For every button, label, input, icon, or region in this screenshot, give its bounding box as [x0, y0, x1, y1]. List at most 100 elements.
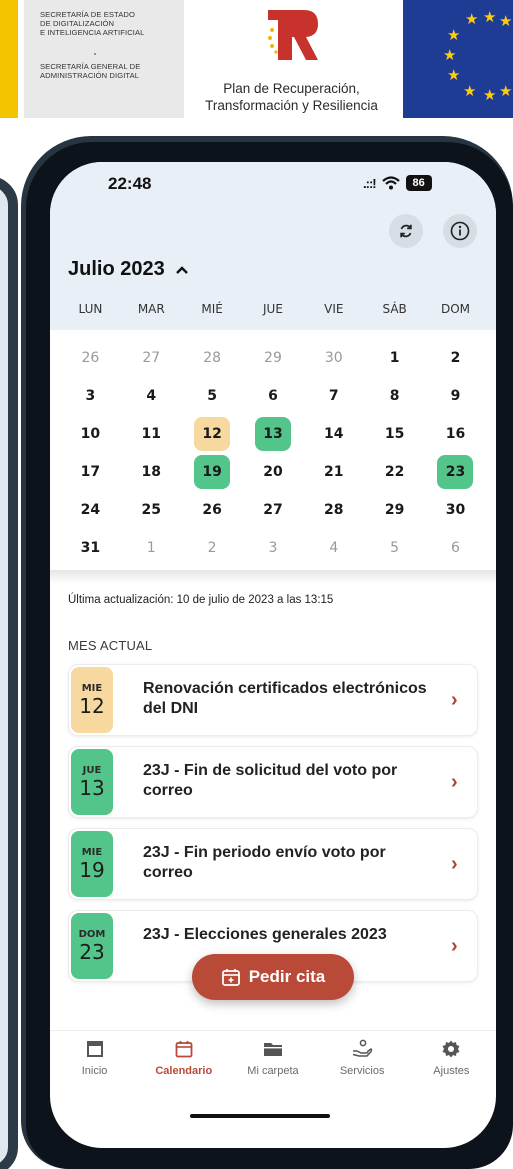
tab-mi-carpeta[interactable]: Mi carpeta	[228, 1031, 317, 1090]
event-card[interactable]: MIE 12 Renovación certificados electróni…	[68, 664, 478, 736]
calendar-day[interactable]: 20	[243, 454, 304, 490]
calendar-day[interactable]: 25	[121, 492, 182, 528]
calendar-day-number: 30	[324, 350, 343, 366]
chevron-right-icon: ›	[451, 771, 458, 793]
calendar-day[interactable]: 4	[303, 530, 364, 566]
calendar-day[interactable]: 3	[60, 378, 121, 414]
tab-label: Ajustes	[433, 1065, 470, 1077]
recovery-plan-logo	[268, 10, 318, 60]
calendar-day[interactable]: 9	[425, 378, 486, 414]
calendar-day[interactable]: 8	[364, 378, 425, 414]
calendar-day[interactable]: 10	[60, 416, 121, 452]
calendar-day-number: 5	[207, 388, 217, 404]
calendar-day[interactable]: 21	[303, 454, 364, 490]
status-icons: .::! 86	[363, 175, 432, 191]
chevron-right-icon: ›	[451, 935, 458, 957]
calendar-day[interactable]: 15	[364, 416, 425, 452]
calendar-day[interactable]: 6	[425, 530, 486, 566]
calendar-day-number: 8	[389, 388, 400, 404]
calendar-day-number: 22	[384, 464, 405, 480]
calendar-day[interactable]: 23	[425, 454, 486, 490]
calendar-day[interactable]: 2	[182, 530, 243, 566]
event-day: 23	[79, 939, 105, 964]
calendar-day[interactable]: 22	[364, 454, 425, 490]
calendar-day-number: 3	[268, 540, 278, 556]
bottom-tab-bar: Inicio Calendario Mi carpeta Servicios A…	[50, 1030, 496, 1090]
calendar-day[interactable]: 7	[303, 378, 364, 414]
tab-ajustes[interactable]: Ajustes	[407, 1031, 496, 1090]
calendar-day[interactable]: 30	[303, 340, 364, 376]
calendar-week-row: 10 11 12 13 14 15 16	[60, 416, 486, 452]
calendar-day[interactable]: 19	[182, 454, 243, 490]
tab-calendario[interactable]: Calendario	[139, 1031, 228, 1090]
refresh-button[interactable]	[389, 214, 423, 248]
calendar-day[interactable]: 26	[182, 492, 243, 528]
folder-icon	[263, 1043, 282, 1056]
calendar-day[interactable]: 11	[121, 416, 182, 452]
calendar-day-number: 25	[141, 502, 161, 518]
info-button[interactable]	[443, 214, 477, 248]
services-icon	[352, 1039, 373, 1057]
calendar-day-number: 2	[450, 350, 461, 366]
calendar-day[interactable]: 30	[425, 492, 486, 528]
calendar-grid: 26 27 28 29 30 1 2 3 4 5 6 7 8 9 10 11 12 13 14 15 16 17 18 19 2…	[60, 340, 486, 568]
status-time: 22:48	[108, 174, 152, 193]
calendar-day-number: 1	[389, 350, 400, 366]
calendar-day[interactable]: 31	[60, 530, 121, 566]
calendar-day[interactable]: 14	[303, 416, 364, 452]
event-card[interactable]: MIE 19 23J - Fin periodo envío voto por …	[68, 828, 478, 900]
calendar-day[interactable]: 29	[364, 492, 425, 528]
last-update-text: Última actualización: 10 de julio de 202…	[68, 594, 334, 606]
svg-text:★: ★	[463, 82, 476, 100]
calendar-day[interactable]: 17	[60, 454, 121, 490]
separator-dot	[94, 53, 96, 55]
calendar-day[interactable]: 1	[364, 340, 425, 376]
calendar-day[interactable]: 12	[182, 416, 243, 452]
tab-inicio[interactable]: Inicio	[50, 1031, 139, 1090]
calendar-day[interactable]: 29	[243, 340, 304, 376]
event-day: 19	[79, 857, 105, 882]
svg-text:★: ★	[447, 26, 460, 44]
calendar-day[interactable]: 18	[121, 454, 182, 490]
month-title: Julio 2023	[68, 258, 165, 280]
eu-flag: ★ ★ ★ ★ ★ ★ ★ ★ ★	[403, 0, 513, 118]
calendar-day[interactable]: 26	[60, 340, 121, 376]
request-appointment-button[interactable]: Pedir cita	[192, 954, 354, 1000]
chevron-up-icon	[175, 265, 188, 274]
info-icon	[450, 221, 470, 241]
calendar-day-number: 17	[80, 464, 101, 480]
event-weekday: DOM	[78, 928, 106, 940]
government-office-text: SECRETARÍA DE ESTADO DE DIGITALIZACIÓN E…	[40, 10, 145, 37]
calendar-day[interactable]: 3	[243, 530, 304, 566]
event-day: 13	[79, 775, 105, 800]
calendar-day[interactable]: 24	[60, 492, 121, 528]
calendar-day-number: 15	[384, 426, 405, 442]
tab-servicios[interactable]: Servicios	[318, 1031, 407, 1090]
event-date-badge: MIE 12	[71, 667, 113, 733]
svg-text:★: ★	[483, 8, 496, 26]
calendar-day[interactable]: 5	[182, 378, 243, 414]
calendar-day[interactable]: 16	[425, 416, 486, 452]
weekday-label: MIÉ	[201, 302, 223, 316]
calendar-day-number: 18	[141, 464, 161, 480]
calendar-day[interactable]: 6	[243, 378, 304, 414]
calendar-day[interactable]: 2	[425, 340, 486, 376]
event-day: 12	[79, 693, 105, 718]
calendar-day-number: 4	[329, 540, 339, 556]
eu-stars-icon: ★ ★ ★ ★ ★ ★ ★ ★ ★	[443, 8, 512, 104]
event-card[interactable]: JUE 13 23J - Fin de solicitud del voto p…	[68, 746, 478, 818]
calendar-day[interactable]: 28	[303, 492, 364, 528]
administration-text: SECRETARÍA GENERAL DE ADMINISTRACIÓN DIG…	[40, 62, 141, 80]
calendar-day-number: 30	[445, 502, 466, 518]
calendar-day[interactable]: 5	[364, 530, 425, 566]
event-title: 23J - Fin de solicitud del voto por corr…	[143, 762, 398, 799]
calendar-day[interactable]: 27	[121, 340, 182, 376]
spain-logo-edge	[0, 0, 18, 118]
event-weekday: MIE	[81, 682, 103, 694]
month-selector[interactable]: Julio 2023	[68, 258, 189, 281]
calendar-day[interactable]: 1	[121, 530, 182, 566]
calendar-day[interactable]: 13	[243, 416, 304, 452]
calendar-day[interactable]: 28	[182, 340, 243, 376]
calendar-day[interactable]: 27	[243, 492, 304, 528]
calendar-day[interactable]: 4	[121, 378, 182, 414]
